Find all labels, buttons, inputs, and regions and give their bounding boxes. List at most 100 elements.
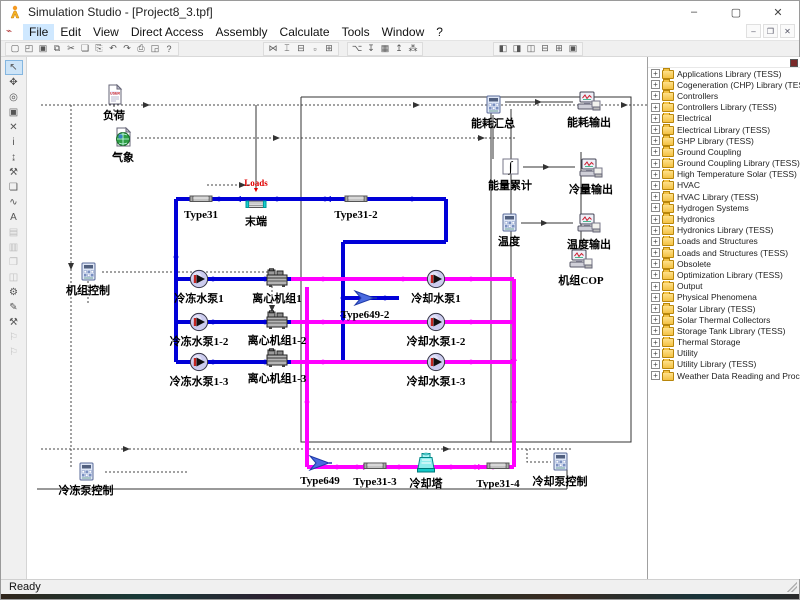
menu-item-?[interactable]: ?: [430, 24, 449, 40]
calc-chw-pump-control[interactable]: [73, 461, 99, 483]
chiller-1-2[interactable]: [264, 309, 290, 331]
save-icon[interactable]: ▣: [36, 43, 50, 55]
library-item[interactable]: +Thermal Storage: [648, 337, 800, 348]
menu-item-direct-access[interactable]: Direct Access: [125, 24, 210, 40]
library-item[interactable]: +Solar Library (TESS): [648, 303, 800, 314]
library-item[interactable]: +Controllers: [648, 90, 800, 101]
expander-plus-icon[interactable]: +: [651, 125, 660, 134]
library-item[interactable]: +Obsolete: [648, 258, 800, 269]
pc-cooling-out[interactable]: [578, 158, 604, 180]
frame2-tool-icon[interactable]: ▥: [5, 240, 23, 255]
expander-plus-icon[interactable]: +: [651, 226, 660, 235]
cut-icon[interactable]: ✂: [64, 43, 78, 55]
paste-icon[interactable]: ⎘: [92, 43, 106, 55]
duplicate-tool-icon[interactable]: ❏: [5, 180, 23, 195]
library-item[interactable]: +Electrical Library (TESS): [648, 124, 800, 135]
zoom-100-icon[interactable]: ▫: [308, 43, 322, 55]
output-file-icon[interactable]: ↥: [392, 43, 406, 55]
calc-temperature[interactable]: [496, 212, 522, 234]
chw-pump-1-3[interactable]: [186, 351, 212, 373]
diverter-type649[interactable]: [307, 452, 333, 474]
expander-plus-icon[interactable]: +: [651, 69, 660, 78]
library-item[interactable]: +Electrical: [648, 113, 800, 124]
frame1-tool-icon[interactable]: ▤: [5, 225, 23, 240]
window2-tool-icon[interactable]: ◫: [5, 270, 23, 285]
calc-unit-control[interactable]: [75, 261, 101, 283]
expander-plus-icon[interactable]: +: [651, 326, 660, 335]
library-item[interactable]: +HVAC Library (TESS): [648, 191, 800, 202]
library-item[interactable]: +Hydronics: [648, 213, 800, 224]
chw-pump-1[interactable]: [186, 268, 212, 290]
calc-energy-sum[interactable]: [480, 94, 506, 116]
expander-plus-icon[interactable]: +: [651, 181, 660, 190]
cw-pump-1-3[interactable]: [423, 351, 449, 373]
tile-vertical-icon[interactable]: ◫: [524, 43, 538, 55]
chiller-1-3[interactable]: [264, 347, 290, 369]
expander-plus-icon[interactable]: +: [651, 315, 660, 324]
zoom-tool-icon[interactable]: ◎: [5, 90, 23, 105]
load-file[interactable]: USER: [101, 84, 127, 106]
text-tool-icon[interactable]: A: [5, 210, 23, 225]
zoom-out-icon[interactable]: ⊟: [294, 43, 308, 55]
expander-plus-icon[interactable]: +: [651, 192, 660, 201]
menu-item-edit[interactable]: Edit: [54, 24, 87, 40]
library-item[interactable]: +Optimization Library (TESS): [648, 269, 800, 280]
parameter-table-icon[interactable]: ▦: [378, 43, 392, 55]
library-item[interactable]: +Hydrogen Systems: [648, 202, 800, 213]
print-icon[interactable]: ⎙: [134, 43, 148, 55]
select-tool-icon[interactable]: ↖: [5, 60, 23, 75]
open-icon[interactable]: ◰: [22, 43, 36, 55]
library-item[interactable]: +Solar Thermal Collectors: [648, 314, 800, 325]
expander-plus-icon[interactable]: +: [651, 293, 660, 302]
chiller-1[interactable]: [264, 267, 290, 289]
delete-tool-icon[interactable]: ✕: [5, 120, 23, 135]
expander-plus-icon[interactable]: +: [651, 80, 660, 89]
library-item[interactable]: +Storage Tank Library (TESS): [648, 325, 800, 336]
diverter-type649-2[interactable]: [352, 287, 378, 309]
minimize-button[interactable]: –: [673, 1, 715, 23]
save-all-icon[interactable]: ⧉: [50, 43, 64, 55]
help-icon[interactable]: ?: [162, 43, 176, 55]
library-item[interactable]: +Applications Library (TESS): [648, 68, 800, 79]
build-tool-icon[interactable]: ⚒: [5, 315, 23, 330]
resize-grip[interactable]: [787, 582, 797, 592]
expander-plus-icon[interactable]: +: [651, 371, 660, 380]
menu-item-assembly[interactable]: Assembly: [210, 24, 274, 40]
expander-plus-icon[interactable]: +: [651, 349, 660, 358]
library-close-button[interactable]: [790, 59, 798, 67]
input-file-icon[interactable]: ↧: [364, 43, 378, 55]
undo-icon[interactable]: ↶: [106, 43, 120, 55]
settings-tool-icon[interactable]: ⚙: [5, 285, 23, 300]
pen-tool-icon[interactable]: ✎: [5, 300, 23, 315]
library-item[interactable]: +Loads and Structures (TESS): [648, 247, 800, 258]
expander-plus-icon[interactable]: +: [651, 259, 660, 268]
expander-plus-icon[interactable]: +: [651, 360, 660, 369]
expander-plus-icon[interactable]: +: [651, 91, 660, 100]
link-tool-icon[interactable]: ⌥: [350, 43, 364, 55]
expander-plus-icon[interactable]: +: [651, 170, 660, 179]
expander-plus-icon[interactable]: +: [651, 103, 660, 112]
library-item[interactable]: +High Temperature Solar (TESS): [648, 169, 800, 180]
calc-cw-pump-control[interactable]: [547, 451, 573, 473]
expander-plus-icon[interactable]: +: [651, 237, 660, 246]
expander-plus-icon[interactable]: +: [651, 282, 660, 291]
mdi-close-button[interactable]: ✕: [780, 24, 795, 38]
cooling-tower[interactable]: [413, 452, 439, 474]
print-preview-icon[interactable]: ◲: [148, 43, 162, 55]
library-item[interactable]: +Hydronics Library (TESS): [648, 225, 800, 236]
wrench-tool-icon[interactable]: ⚒: [5, 165, 23, 180]
expander-plus-icon[interactable]: +: [651, 147, 660, 156]
menu-item-file[interactable]: File: [23, 24, 54, 40]
integrator[interactable]: ∫: [497, 156, 523, 178]
library-item[interactable]: +Weather Data Reading and Process: [648, 370, 800, 381]
menu-item-view[interactable]: View: [87, 24, 125, 40]
pan-tool-icon[interactable]: ✥: [5, 75, 23, 90]
cw-pump-1-2[interactable]: [423, 311, 449, 333]
library-item[interactable]: +GHP Library (TESS): [648, 135, 800, 146]
pc-energy-out[interactable]: [576, 91, 602, 113]
library-item[interactable]: +Cogeneration (CHP) Library (TESS): [648, 79, 800, 90]
library-item[interactable]: +Controllers Library (TESS): [648, 102, 800, 113]
menu-item-tools[interactable]: Tools: [336, 24, 376, 40]
expander-plus-icon[interactable]: +: [651, 215, 660, 224]
pipe-type31-2[interactable]: [343, 188, 369, 210]
